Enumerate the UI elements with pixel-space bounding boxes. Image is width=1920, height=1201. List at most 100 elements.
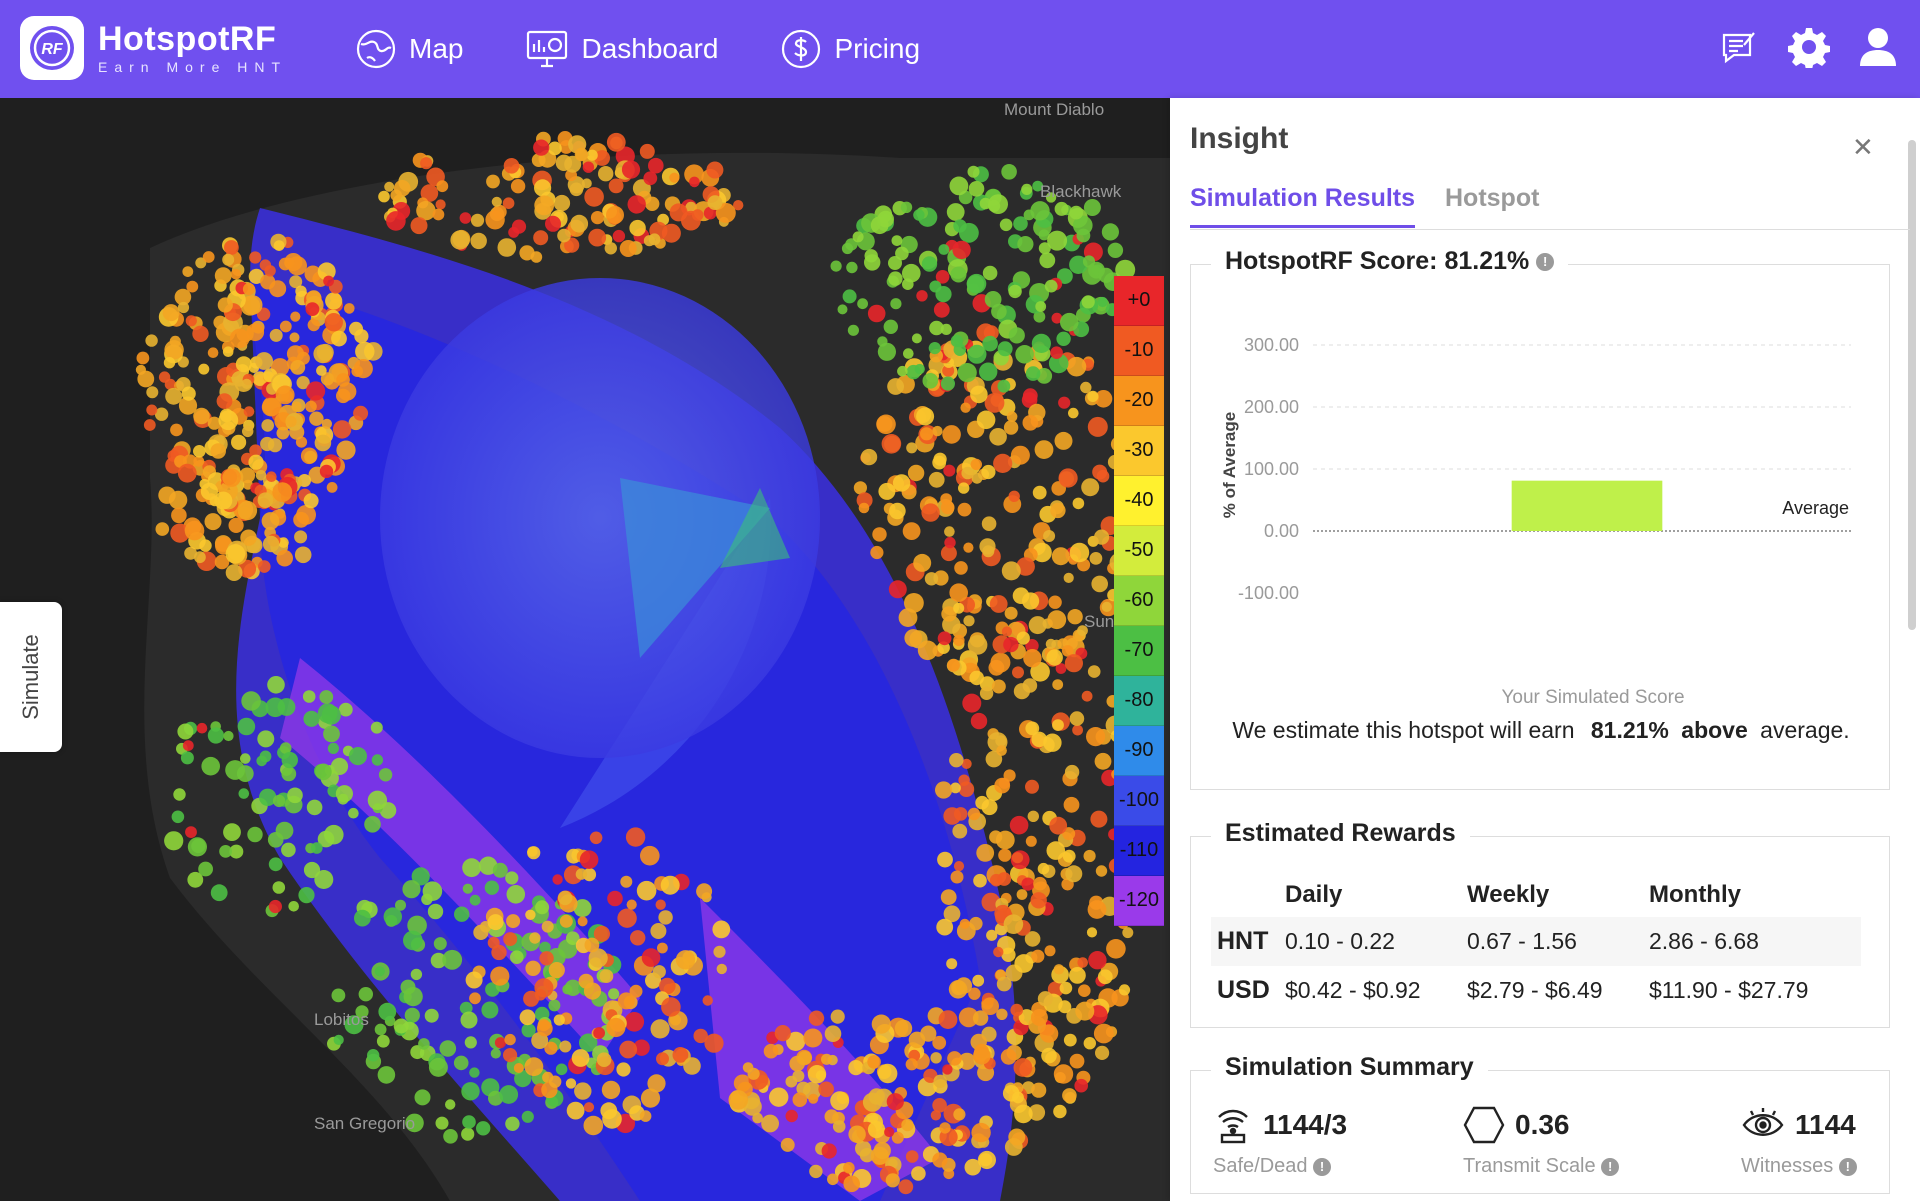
- hotspot-marker[interactable]: [1013, 683, 1030, 700]
- hotspot-marker[interactable]: [1081, 478, 1100, 497]
- hotspot-marker[interactable]: [1097, 969, 1113, 985]
- info-icon[interactable]: !: [1536, 253, 1555, 272]
- hotspot-marker[interactable]: [427, 903, 444, 920]
- hotspot-marker[interactable]: [376, 1034, 390, 1048]
- hotspot-marker[interactable]: [593, 1027, 605, 1039]
- hotspot-marker[interactable]: [590, 211, 605, 225]
- hotspot-marker[interactable]: [298, 887, 315, 904]
- hotspot-marker[interactable]: [938, 244, 950, 255]
- hotspot-marker[interactable]: [135, 364, 146, 375]
- hotspot-marker[interactable]: [946, 203, 965, 221]
- hotspot-marker[interactable]: [979, 686, 994, 700]
- hotspot-marker[interactable]: [214, 267, 232, 284]
- hotspot-marker[interactable]: [924, 572, 939, 586]
- hotspot-marker[interactable]: [954, 561, 968, 575]
- hotspot-marker[interactable]: [950, 870, 964, 884]
- hotspot-marker[interactable]: [136, 351, 150, 365]
- hotspot-marker[interactable]: [182, 740, 194, 751]
- hotspot-marker[interactable]: [571, 1049, 590, 1067]
- hotspot-marker[interactable]: [225, 564, 243, 581]
- hotspot-marker[interactable]: [281, 842, 296, 858]
- hotspot-marker[interactable]: [469, 894, 481, 906]
- hotspot-marker[interactable]: [1037, 991, 1053, 1007]
- hotspot-marker[interactable]: [266, 471, 277, 483]
- hotspot-marker[interactable]: [878, 1063, 898, 1084]
- hotspot-marker[interactable]: [1016, 889, 1028, 900]
- hotspot-marker[interactable]: [1081, 295, 1095, 309]
- hotspot-marker[interactable]: [242, 425, 254, 438]
- hotspot-marker[interactable]: [1031, 333, 1051, 353]
- hotspot-marker[interactable]: [177, 301, 190, 314]
- hotspot-marker[interactable]: [276, 549, 294, 567]
- hotspot-marker[interactable]: [830, 260, 842, 272]
- hotspot-marker[interactable]: [510, 179, 526, 194]
- hotspot-marker[interactable]: [617, 908, 637, 928]
- hotspot-marker[interactable]: [503, 932, 518, 947]
- hotspot-marker[interactable]: [913, 553, 932, 572]
- hotspot-marker[interactable]: [281, 766, 297, 782]
- coverage-map[interactable]: Mount Diablo Blackhawk Lobitos San Grego…: [0, 98, 1170, 1201]
- hotspot-marker[interactable]: [619, 240, 637, 257]
- hotspot-marker[interactable]: [967, 165, 980, 178]
- hotspot-marker[interactable]: [158, 486, 176, 504]
- feedback-icon[interactable]: [1720, 27, 1760, 72]
- coverage-heatmap[interactable]: [0, 98, 1170, 1201]
- hotspot-marker[interactable]: [808, 1093, 819, 1104]
- hotspot-marker[interactable]: [1025, 835, 1037, 847]
- user-icon[interactable]: [1858, 26, 1898, 73]
- hotspot-marker[interactable]: [920, 1025, 937, 1042]
- hotspot-marker[interactable]: [916, 407, 935, 426]
- hotspot-marker[interactable]: [944, 536, 956, 549]
- hotspot-marker[interactable]: [712, 920, 731, 939]
- hotspot-marker[interactable]: [886, 1093, 904, 1111]
- hotspot-marker[interactable]: [1101, 601, 1112, 612]
- hotspot-marker[interactable]: [305, 400, 317, 413]
- hotspot-marker[interactable]: [1065, 865, 1083, 883]
- hotspot-marker[interactable]: [936, 918, 954, 936]
- hotspot-marker[interactable]: [1092, 464, 1108, 480]
- hotspot-marker[interactable]: [1046, 649, 1063, 666]
- hotspot-marker[interactable]: [837, 304, 848, 315]
- hotspot-marker[interactable]: [601, 1080, 621, 1100]
- hotspot-marker[interactable]: [883, 319, 898, 334]
- hotspot-marker[interactable]: [1001, 561, 1021, 581]
- hotspot-marker[interactable]: [255, 470, 267, 481]
- hotspot-marker[interactable]: [247, 826, 263, 843]
- hotspot-marker[interactable]: [976, 410, 996, 430]
- hotspot-marker[interactable]: [510, 950, 524, 964]
- hotspot-marker[interactable]: [549, 1075, 562, 1088]
- hotspot-marker[interactable]: [272, 482, 293, 502]
- hotspot-marker[interactable]: [1068, 407, 1079, 419]
- hotspot-marker[interactable]: [273, 240, 285, 252]
- hotspot-marker[interactable]: [752, 1112, 763, 1124]
- hotspot-marker[interactable]: [158, 371, 171, 383]
- hotspot-marker[interactable]: [164, 340, 184, 360]
- hotspot-marker[interactable]: [386, 211, 406, 231]
- hotspot-marker[interactable]: [970, 458, 982, 471]
- hotspot-marker[interactable]: [998, 848, 1012, 862]
- hotspot-marker[interactable]: [848, 1060, 864, 1076]
- hotspot-marker[interactable]: [336, 388, 351, 404]
- hotspot-marker[interactable]: [534, 978, 554, 998]
- hotspot-marker[interactable]: [657, 942, 668, 954]
- hotspot-marker[interactable]: [583, 1102, 595, 1113]
- hotspot-marker[interactable]: [378, 1002, 397, 1021]
- hotspot-marker[interactable]: [393, 1018, 409, 1034]
- hotspot-marker[interactable]: [937, 851, 953, 868]
- hotspot-marker[interactable]: [973, 1047, 991, 1065]
- hotspot-marker[interactable]: [769, 1087, 789, 1107]
- hotspot-marker[interactable]: [306, 799, 323, 816]
- hotspot-marker[interactable]: [436, 180, 449, 193]
- hotspot-marker[interactable]: [780, 1137, 795, 1152]
- hotspot-marker[interactable]: [565, 1078, 577, 1089]
- hotspot-marker[interactable]: [327, 742, 339, 755]
- hotspot-marker[interactable]: [261, 419, 275, 432]
- hotspot-marker[interactable]: [476, 1121, 491, 1136]
- hotspot-marker[interactable]: [643, 171, 658, 186]
- hotspot-marker[interactable]: [207, 347, 219, 358]
- hotspot-marker[interactable]: [1075, 1001, 1095, 1021]
- hotspot-marker[interactable]: [929, 280, 942, 293]
- hotspot-marker[interactable]: [521, 1110, 534, 1123]
- hotspot-marker[interactable]: [288, 901, 300, 912]
- hotspot-marker[interactable]: [625, 827, 646, 847]
